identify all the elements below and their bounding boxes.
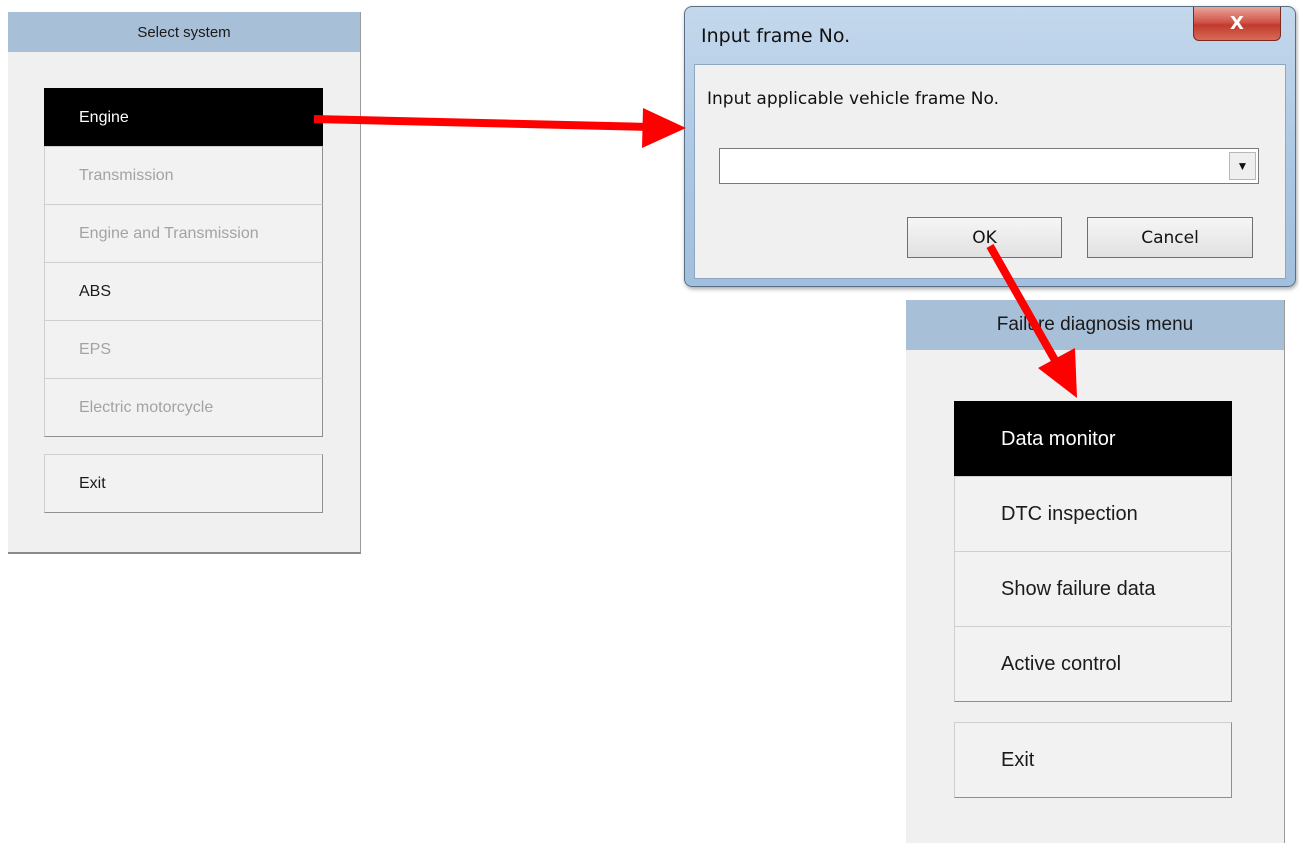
exit-button[interactable]: Exit: [44, 454, 323, 513]
electric-motorcycle-button[interactable]: Electric motorcycle: [44, 378, 323, 437]
chevron-down-icon: ▼: [1236, 159, 1249, 173]
data-monitor-button[interactable]: Data monitor: [954, 401, 1232, 477]
transmission-button[interactable]: Transmission: [44, 146, 323, 205]
engine-button[interactable]: Engine: [44, 88, 323, 147]
dialog-prompt: Input applicable vehicle frame No.: [707, 89, 999, 109]
eps-button[interactable]: EPS: [44, 320, 323, 379]
show-failure-data-button[interactable]: Show failure data: [954, 551, 1232, 627]
ok-button[interactable]: OK: [907, 217, 1062, 258]
frame-number-input[interactable]: [726, 153, 1216, 179]
arrow-engine-to-dialog: [313, 108, 686, 148]
failure-diagnosis-title: Failure diagnosis menu: [906, 300, 1284, 350]
dropdown-button[interactable]: ▼: [1229, 152, 1256, 180]
close-icon: X: [1230, 13, 1244, 34]
select-system-panel: Select system Engine Transmission Engine…: [8, 12, 361, 554]
close-button[interactable]: X: [1193, 7, 1281, 41]
failure-diagnosis-panel: Failure diagnosis menu Data monitor DTC …: [906, 300, 1285, 843]
dtc-inspection-button[interactable]: DTC inspection: [954, 476, 1232, 552]
select-system-title: Select system: [8, 12, 360, 52]
abs-button[interactable]: ABS: [44, 262, 323, 321]
cancel-button[interactable]: Cancel: [1087, 217, 1253, 258]
exit-button[interactable]: Exit: [954, 722, 1232, 798]
engine-and-transmission-button[interactable]: Engine and Transmission: [44, 204, 323, 263]
frame-number-combobox[interactable]: ▼: [719, 148, 1259, 184]
active-control-button[interactable]: Active control: [954, 626, 1232, 702]
dialog-title: Input frame No.: [701, 25, 851, 47]
input-frame-dialog: Input frame No. X Input applicable vehic…: [684, 6, 1296, 287]
